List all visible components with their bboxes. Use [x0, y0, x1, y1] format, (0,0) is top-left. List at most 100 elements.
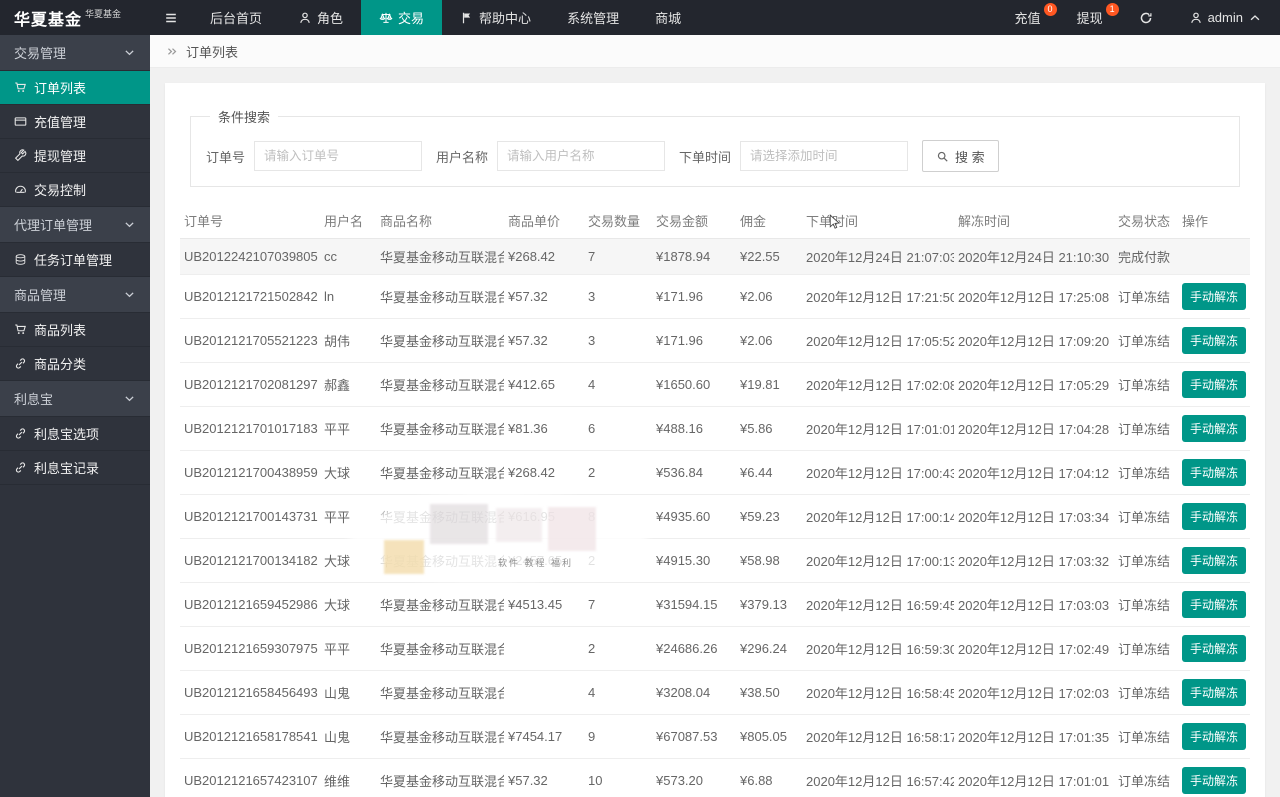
search-button[interactable]: 搜 索 [922, 140, 999, 172]
unfreeze-button[interactable]: 手动解冻 [1182, 283, 1247, 310]
unfreeze-button[interactable]: 手动解冻 [1182, 327, 1247, 354]
nav-item-roles-label: 角色 [317, 11, 344, 26]
cell-commission: ¥6.88 [736, 758, 802, 797]
cart-icon [14, 323, 27, 336]
sidebar-item-trade-control-label: 交易控制 [34, 183, 87, 198]
admin-menu[interactable]: admin [1171, 0, 1280, 35]
cell-username: 山鬼 [320, 670, 376, 715]
cell-order-time: 2020年12月12日 17:02:08 [802, 362, 954, 407]
cell-unit-price: ¥4513.45 [504, 582, 584, 627]
table-row: UB2012121658456493 山鬼 华夏基金移动互联混合 4 ¥3208.04 ¥… [180, 670, 1250, 715]
nav-item-trade[interactable]: 交易 [361, 0, 443, 35]
cell-action: 手动解冻 [1178, 670, 1250, 715]
cell-quantity: 2 [584, 450, 652, 495]
order-id-input[interactable] [254, 141, 423, 171]
cell-order-time: 2020年12月12日 17:05:52 [802, 318, 954, 363]
column-header: 用户名 [320, 203, 376, 239]
sidebar-item-task-order-management[interactable]: 任务订单管理 [0, 243, 150, 277]
navbar-items: 后台首页 角色 交易 帮助中心 系统管理 商城 [192, 0, 699, 35]
cell-commission: ¥58.98 [736, 538, 802, 583]
cell-commission: ¥5.86 [736, 406, 802, 451]
unfreeze-button[interactable]: 手动解冻 [1182, 415, 1247, 442]
sidebar-item-trade-control[interactable]: 交易控制 [0, 173, 150, 207]
cell-order-id: UB2012121658178541 [180, 714, 320, 759]
cell-quantity: 2 [584, 538, 652, 583]
breadcrumb: 订单列表 [150, 35, 1280, 68]
username-label: 用户名称 [436, 149, 489, 165]
nav-item-withdraw[interactable]: 提现 1 [1059, 0, 1121, 35]
sidebar-item-lixibao-options-label: 利息宝选项 [34, 427, 100, 442]
sidebar-group-trade-management[interactable]: 交易管理 [0, 35, 150, 71]
nav-item-roles[interactable]: 角色 [280, 0, 361, 35]
user-icon [298, 11, 312, 25]
nav-item-recharge[interactable]: 充值 0 [997, 0, 1059, 35]
unfreeze-button[interactable]: 手动解冻 [1182, 767, 1247, 794]
sidebar-item-product-category[interactable]: 商品分类 [0, 347, 150, 381]
cell-quantity: 7 [584, 582, 652, 627]
cell-order-id: UB2012121701017183 [180, 406, 320, 451]
nav-item-withdraw-badge: 1 [1105, 3, 1119, 16]
column-header: 交易数量 [584, 203, 652, 239]
nav-item-mall-label: 商城 [655, 11, 682, 26]
cell-quantity: 3 [584, 274, 652, 319]
cell-status: 订单冻结 [1114, 494, 1178, 539]
column-header: 交易金额 [652, 203, 736, 239]
cell-unit-price: ¥57.32 [504, 274, 584, 319]
refresh-button[interactable] [1121, 0, 1171, 35]
cell-username: 胡伟 [320, 318, 376, 363]
sidebar-item-lixibao-options[interactable]: 利息宝选项 [0, 417, 150, 451]
nav-item-system[interactable]: 系统管理 [549, 0, 637, 35]
cell-order-id: UB2012242107039805 [180, 238, 320, 275]
nav-item-home[interactable]: 后台首页 [192, 0, 280, 35]
sidebar-item-withdraw-management[interactable]: 提现管理 [0, 139, 150, 173]
nav-item-recharge-label: 充值 [1014, 11, 1041, 26]
cell-status: 订单冻结 [1114, 626, 1178, 671]
unfreeze-button[interactable]: 手动解冻 [1182, 503, 1247, 530]
cell-product-name: 华夏基金移动互联混合 [376, 538, 504, 583]
cell-commission: ¥22.55 [736, 238, 802, 275]
cell-action: 手动解冻 [1178, 406, 1250, 451]
cell-order-id: UB2012121658456493 [180, 670, 320, 715]
cell-unit-price: ¥268.42 [504, 450, 584, 495]
unfreeze-button[interactable]: 手动解冻 [1182, 371, 1247, 398]
cell-unfreeze-time: 2020年12月12日 17:04:28 [954, 406, 1114, 451]
column-header: 操作 [1178, 203, 1250, 239]
cell-product-name: 华夏基金移动互联混合 [376, 758, 504, 797]
cell-username: 大球 [320, 582, 376, 627]
cell-unit-price: ¥268.42 [504, 238, 584, 275]
unfreeze-button[interactable]: 手动解冻 [1182, 679, 1247, 706]
nav-item-mall[interactable]: 商城 [637, 0, 699, 35]
sidebar-item-lixibao-records[interactable]: 利息宝记录 [0, 451, 150, 485]
username-input[interactable] [497, 141, 666, 171]
order-time-input[interactable] [740, 141, 909, 171]
unfreeze-button[interactable]: 手动解冻 [1182, 635, 1247, 662]
cell-unfreeze-time: 2020年12月12日 17:02:03 [954, 670, 1114, 715]
unfreeze-button[interactable]: 手动解冻 [1182, 547, 1247, 574]
nav-item-help-center[interactable]: 帮助中心 [442, 0, 549, 35]
cell-amount: ¥1878.94 [652, 238, 736, 275]
sidebar-item-recharge-management[interactable]: 充值管理 [0, 105, 150, 139]
sidebar-group-agent-order-management[interactable]: 代理订单管理 [0, 207, 150, 243]
cell-order-time: 2020年12月12日 17:21:50 [802, 274, 954, 319]
navbar-right: 充值 0 提现 1 admin [997, 0, 1280, 35]
cell-username: 大球 [320, 450, 376, 495]
cell-quantity: 4 [584, 670, 652, 715]
cell-order-id: UB2012121659307975 [180, 626, 320, 671]
hamburger-menu-icon[interactable] [150, 0, 192, 35]
unfreeze-button[interactable]: 手动解冻 [1182, 459, 1247, 486]
nav-item-system-label: 系统管理 [567, 11, 620, 26]
table-row: UB2012121659452986 大球 华夏基金移动互联混合 ¥4513.45 7 ¥… [180, 582, 1250, 627]
sidebar-group-product-management[interactable]: 商品管理 [0, 277, 150, 313]
cell-status: 订单冻结 [1114, 538, 1178, 583]
sidebar-item-product-list[interactable]: 商品列表 [0, 313, 150, 347]
unfreeze-button[interactable]: 手动解冻 [1182, 723, 1247, 750]
cell-username: 大球 [320, 538, 376, 583]
cell-unfreeze-time: 2020年12月12日 17:01:35 [954, 714, 1114, 759]
main-content: 订单列表 条件搜索 订单号 用户名称 下单时间 搜 索 [150, 35, 1280, 797]
search-button-label: 搜 索 [955, 149, 985, 165]
cell-status: 订单冻结 [1114, 274, 1178, 319]
sidebar-group-lixibao[interactable]: 利息宝 [0, 381, 150, 417]
cell-amount: ¥67087.53 [652, 714, 736, 759]
sidebar-item-order-list[interactable]: 订单列表 [0, 71, 150, 105]
unfreeze-button[interactable]: 手动解冻 [1182, 591, 1247, 618]
